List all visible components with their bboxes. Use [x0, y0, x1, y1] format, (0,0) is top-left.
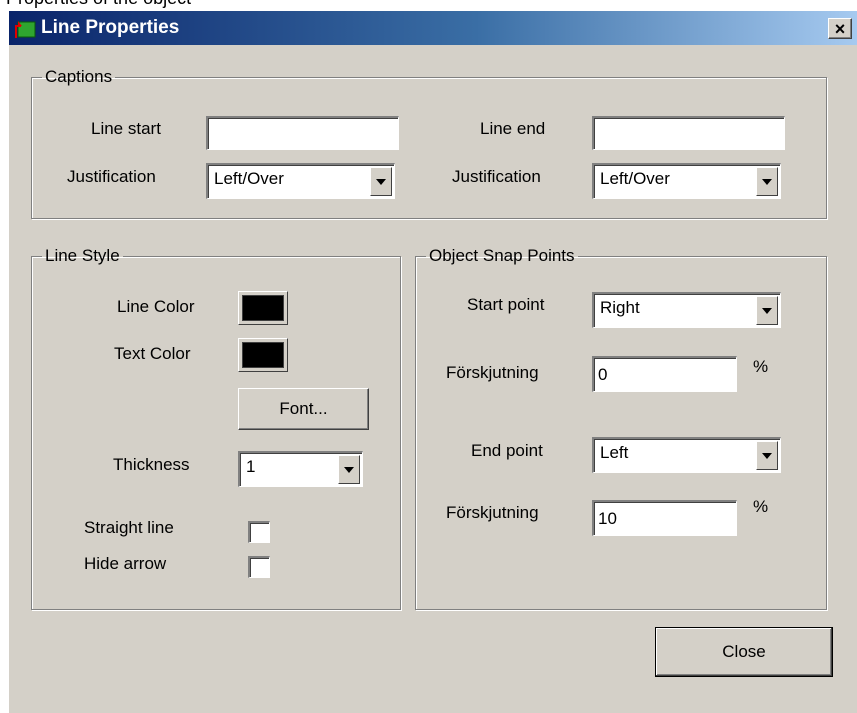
- line-properties-dialog: Line Properties × Captions Line start Li…: [8, 10, 857, 713]
- line-color-label: Line Color: [117, 297, 195, 316]
- chevron-down-icon[interactable]: [370, 167, 392, 196]
- line-start-label: Line start: [91, 119, 161, 138]
- line-color-swatch[interactable]: [238, 291, 288, 325]
- chevron-down-icon[interactable]: [756, 441, 778, 470]
- end-offset-label: Förskjutning: [446, 503, 539, 522]
- start-justification-label: Justification: [67, 167, 156, 186]
- app-icon: [15, 21, 36, 38]
- end-offset-unit: %: [753, 497, 769, 516]
- start-offset-input[interactable]: [592, 356, 737, 392]
- line-start-input[interactable]: [206, 116, 399, 150]
- thickness-value: 1: [246, 457, 256, 476]
- line-style-group-title: Line Style: [45, 246, 120, 265]
- end-justification-select[interactable]: Left/Over: [592, 163, 781, 199]
- line-end-input[interactable]: [592, 116, 785, 150]
- clipped-header-text: Properties of the object: [6, 0, 191, 9]
- hide-arrow-checkbox[interactable]: [248, 556, 270, 578]
- straight-line-label: Straight line: [84, 518, 174, 537]
- text-color-swatch[interactable]: [238, 338, 288, 372]
- thickness-select[interactable]: 1: [238, 451, 363, 487]
- start-point-label: Start point: [467, 295, 545, 314]
- start-point-value: Right: [600, 298, 640, 317]
- close-button[interactable]: Close: [655, 627, 833, 677]
- captions-group-title: Captions: [45, 67, 113, 86]
- snap-points-group-title: Object Snap Points: [429, 246, 575, 265]
- line-end-label: Line end: [480, 119, 546, 138]
- start-point-select[interactable]: Right: [592, 292, 781, 328]
- start-offset-unit: %: [753, 357, 769, 376]
- straight-line-checkbox[interactable]: [248, 521, 270, 543]
- start-offset-label: Förskjutning: [446, 363, 539, 382]
- title-bar[interactable]: Line Properties ×: [9, 11, 857, 45]
- text-color-fill: [242, 342, 284, 368]
- line-color-fill: [242, 295, 284, 321]
- hide-arrow-label: Hide arrow: [84, 554, 167, 573]
- end-justification-label: Justification: [452, 167, 541, 186]
- thickness-label: Thickness: [113, 455, 190, 474]
- chevron-down-icon[interactable]: [756, 167, 778, 196]
- window-title: Line Properties: [41, 17, 180, 38]
- end-point-value: Left: [600, 443, 629, 462]
- start-justification-value: Left/Over: [214, 169, 284, 188]
- end-offset-input[interactable]: [592, 500, 737, 536]
- font-button[interactable]: Font...: [238, 388, 369, 430]
- chevron-down-icon[interactable]: [756, 296, 778, 325]
- end-justification-value: Left/Over: [600, 169, 670, 188]
- text-color-label: Text Color: [114, 344, 191, 363]
- chevron-down-icon[interactable]: [338, 455, 360, 484]
- close-icon[interactable]: ×: [828, 18, 852, 39]
- end-point-label: End point: [471, 441, 543, 460]
- start-justification-select[interactable]: Left/Over: [206, 163, 395, 199]
- end-point-select[interactable]: Left: [592, 437, 781, 473]
